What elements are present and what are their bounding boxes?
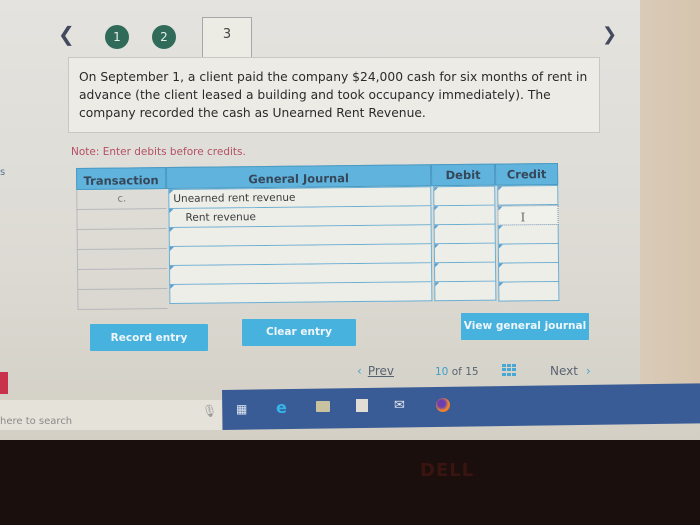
of-label: of	[451, 366, 462, 378]
credit-value	[498, 190, 502, 202]
chevron-left-icon: ‹	[357, 364, 362, 378]
header-general-journal: General Journal	[165, 164, 432, 190]
next-link[interactable]: Next ›	[550, 364, 591, 378]
forward-chevron-icon[interactable]: ❯	[602, 24, 617, 45]
debit-value	[435, 228, 439, 240]
account-value: Unearned rent revenue	[173, 191, 296, 205]
credit-input[interactable]	[498, 281, 560, 302]
mail-icon[interactable]: ✉	[394, 398, 405, 413]
account-input[interactable]: Unearned rent revenue	[168, 186, 432, 210]
account-value	[170, 231, 174, 243]
question-text: On September 1, a client paid the compan…	[68, 57, 600, 133]
store-icon[interactable]	[356, 399, 368, 412]
grid-menu-icon[interactable]	[502, 364, 516, 376]
credit-input[interactable]	[497, 184, 559, 206]
credit-value	[499, 286, 503, 298]
credit-value	[499, 248, 503, 260]
debit-value	[435, 285, 439, 297]
general-journal-table: Transaction General Journal Debit Credit…	[76, 162, 561, 310]
step-2-tab[interactable]: 2	[152, 25, 176, 49]
prev-label: Prev	[367, 364, 394, 378]
task-view-icon[interactable]: ▦	[236, 402, 247, 416]
page-counter: 10 of 15	[435, 366, 479, 378]
debit-input[interactable]	[433, 224, 496, 245]
debit-input[interactable]	[434, 281, 497, 302]
firefox-icon[interactable]	[436, 398, 450, 412]
debit-value	[434, 190, 438, 202]
file-explorer-icon[interactable]	[316, 401, 330, 412]
account-value	[170, 269, 174, 281]
chevron-right-icon: ›	[585, 364, 591, 378]
credit-value	[499, 229, 503, 241]
credit-value	[498, 210, 502, 222]
taskbar-search-placeholder: here to search	[0, 416, 73, 427]
transaction-column: c.	[76, 189, 168, 310]
debit-value	[435, 247, 439, 259]
debit-input[interactable]	[433, 185, 496, 207]
debit-input[interactable]	[433, 205, 496, 226]
credit-input-focused[interactable]: I	[497, 204, 559, 226]
edge-browser-icon[interactable]: e	[276, 398, 287, 417]
prev-link[interactable]: ‹ Prev	[357, 364, 394, 378]
step-3-tab[interactable]: 3	[202, 17, 252, 58]
clear-entry-button[interactable]: Clear entry	[242, 319, 356, 346]
transaction-cell	[76, 209, 167, 230]
account-value: Rent revenue	[185, 211, 256, 224]
credit-value	[499, 267, 503, 279]
debit-column	[433, 185, 497, 302]
credit-input[interactable]	[498, 262, 560, 283]
monitor-edge	[640, 0, 700, 400]
current-page: 10	[435, 366, 449, 378]
step-1-tab[interactable]: 1	[105, 25, 129, 49]
instruction-note: Note: Enter debits before credits.	[71, 146, 246, 158]
debit-value	[435, 266, 439, 278]
account-value	[170, 288, 174, 300]
credit-column: I	[497, 184, 560, 302]
text-cursor-icon: I	[520, 210, 526, 225]
header-debit: Debit	[430, 163, 496, 187]
debit-value	[434, 209, 438, 221]
next-label: Next	[550, 364, 578, 378]
dell-logo: DELL	[420, 460, 475, 481]
account-value	[170, 250, 174, 262]
back-chevron-icon[interactable]: ❮	[58, 22, 75, 46]
total-pages: 15	[465, 366, 479, 378]
microphone-icon[interactable]: 🎙	[202, 404, 217, 418]
transaction-cell	[77, 269, 168, 290]
account-column: Unearned rent revenue Rent revenue	[168, 186, 433, 305]
debit-input[interactable]	[434, 262, 497, 283]
debit-input[interactable]	[433, 243, 497, 264]
transaction-cell	[76, 249, 168, 270]
header-credit: Credit	[494, 162, 559, 186]
account-input[interactable]	[169, 282, 433, 305]
credit-input[interactable]	[497, 224, 559, 245]
side-text: s	[0, 167, 6, 178]
app-tile[interactable]	[0, 372, 8, 394]
record-entry-button[interactable]: Record entry	[90, 324, 208, 351]
transaction-cell	[76, 229, 167, 250]
view-general-journal-button[interactable]: View general journal	[461, 313, 589, 340]
transaction-cell	[77, 289, 168, 310]
transaction-cell: c.	[76, 189, 167, 210]
taskbar	[222, 383, 700, 430]
credit-input[interactable]	[497, 243, 560, 264]
header-transaction: Transaction	[76, 167, 167, 190]
